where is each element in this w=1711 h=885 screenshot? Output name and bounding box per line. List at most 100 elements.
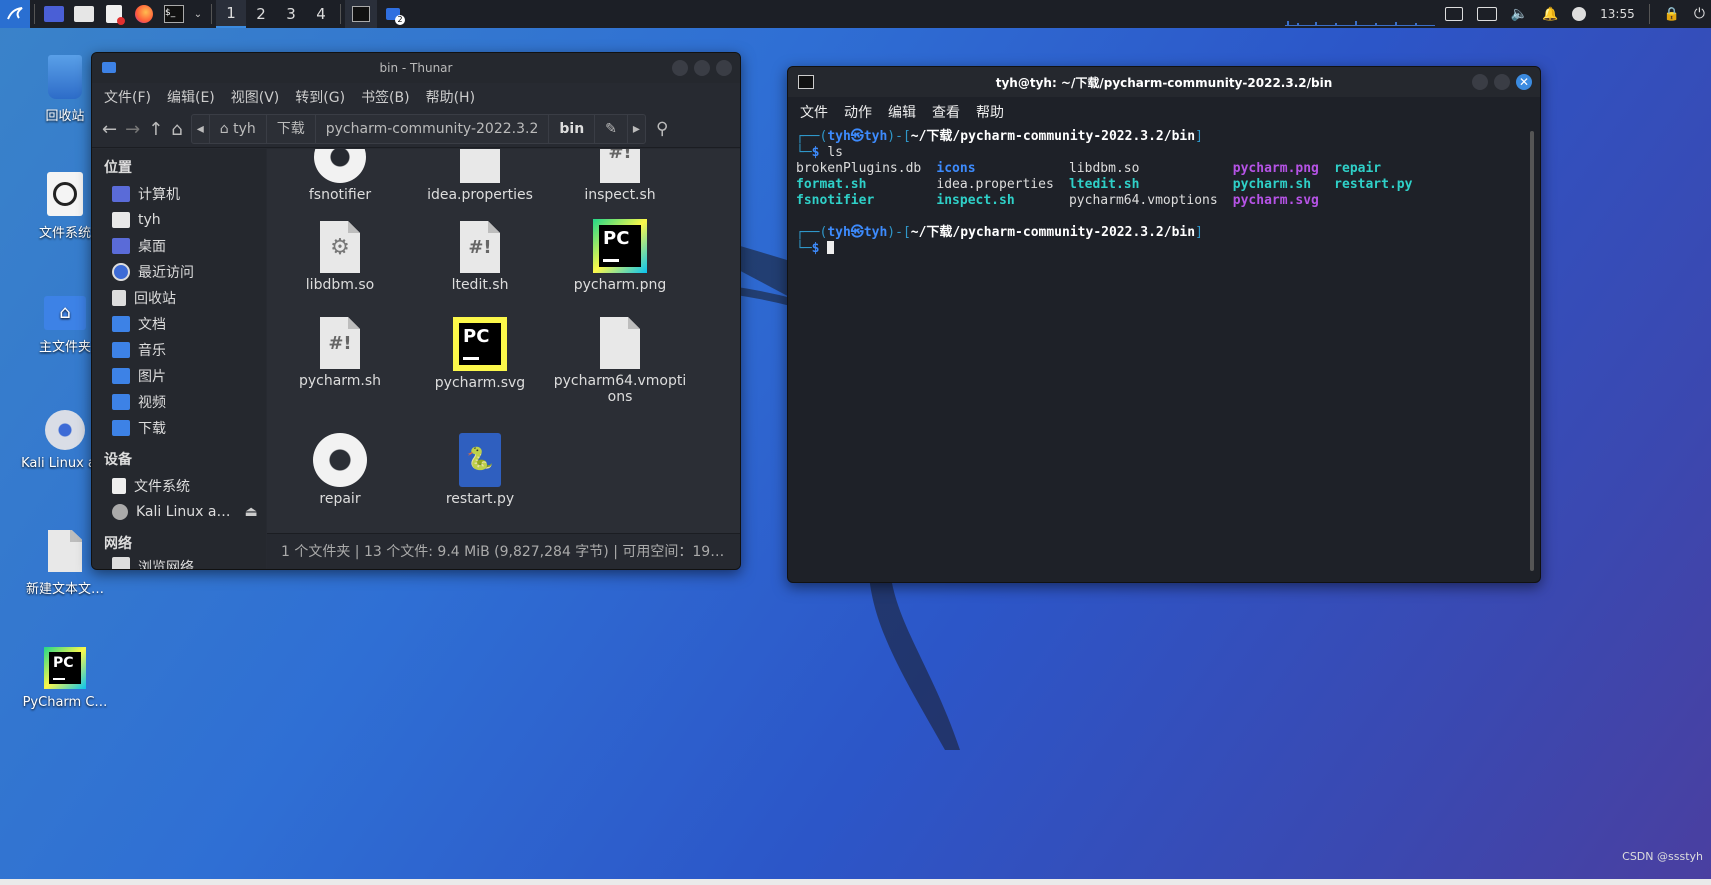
term-menu-file[interactable]: 文件	[800, 102, 828, 122]
ls-row: format.sh idea.properties ltedit.sh pycharm…	[796, 177, 1520, 193]
sidebar-item-kali-disc[interactable]: Kali Linux a… ⏏	[92, 499, 266, 525]
text-editor-icon[interactable]	[99, 0, 129, 28]
file-item[interactable]: 🐍 restart.py	[415, 433, 545, 507]
terminal-titlebar[interactable]: tyh@tyh: ~/下载/pycharm-community-2022.3.2…	[788, 67, 1540, 97]
logout-icon[interactable]: ⏻	[1694, 6, 1705, 22]
breadcrumb-left-icon[interactable]: ◂	[192, 115, 210, 143]
notification-bell-icon[interactable]: 🔔	[1542, 7, 1558, 22]
show-desktop-icon[interactable]	[39, 0, 69, 28]
file-item[interactable]: #! pycharm.sh	[275, 317, 405, 389]
trash-icon	[48, 55, 82, 99]
sidebar-item-recent[interactable]: 最近访问	[92, 259, 266, 285]
sidebar-item-desktop[interactable]: 桌面	[92, 233, 266, 259]
sidebar-item-documents[interactable]: 文档	[92, 311, 266, 337]
file-item[interactable]: #! inspect.sh	[555, 149, 685, 203]
folder-icon	[102, 62, 116, 73]
display-icon[interactable]	[1444, 7, 1463, 21]
term-menu-view[interactable]: 查看	[932, 102, 960, 122]
search-icon[interactable]: ⚲	[656, 119, 668, 139]
ls-entry: pycharm64.vmoptions	[1068, 193, 1218, 208]
volume-icon[interactable]: 🔈	[1511, 6, 1528, 22]
menu-view[interactable]: 视图(V)	[231, 87, 280, 107]
breadcrumb-pycharm[interactable]: pycharm-community-2022.3.2	[316, 115, 550, 143]
watermark: CSDN @ssstyh	[1622, 850, 1703, 863]
close-button[interactable]	[716, 60, 732, 76]
text-file-icon	[460, 149, 500, 183]
prompt-line: ┌──(tyh㉿tyh)-[~/下载/pycharm-community-202…	[796, 225, 1203, 240]
file-item[interactable]: pycharm64.vmoptions	[550, 317, 690, 405]
text-file-icon	[600, 317, 640, 369]
menu-help[interactable]: 帮助(H)	[426, 87, 475, 107]
drive-icon	[112, 478, 126, 494]
maximize-button[interactable]	[1494, 74, 1510, 90]
sidebar-item-pictures[interactable]: 图片	[92, 363, 266, 389]
eject-icon[interactable]: ⏏	[245, 504, 258, 520]
close-button[interactable]: ✕	[1516, 74, 1532, 90]
breadcrumb-downloads[interactable]: 下载	[267, 115, 316, 143]
ls-output: brokenPlugins.db icons libdbm.so pycharm.pn…	[796, 161, 1520, 209]
file-item[interactable]: fsnotifier	[275, 149, 405, 203]
term-menu-actions[interactable]: 动作	[844, 102, 872, 122]
sidebar-item-filesystem[interactable]: 文件系统	[92, 473, 266, 499]
lock-icon[interactable]: 🔒	[1664, 7, 1680, 22]
terminal-scrollbar[interactable]	[1530, 131, 1534, 571]
terminal-output[interactable]: ┌──(tyh㉿tyh)-[~/下载/pycharm-community-202…	[796, 129, 1520, 582]
edit-path-icon[interactable]: ✎	[595, 115, 628, 143]
ls-entry: ltedit.sh	[1068, 177, 1140, 192]
file-item[interactable]: PC pycharm.png	[555, 219, 685, 293]
menu-edit[interactable]: 编辑(E)	[167, 87, 215, 107]
menu-go[interactable]: 转到(G)	[295, 87, 345, 107]
desktop-icon-pycharm[interactable]: PC PyCharm C…	[10, 647, 120, 710]
sidebar-item-tyh[interactable]: tyh	[92, 207, 266, 233]
taskbar-terminal-window[interactable]	[345, 0, 377, 28]
firefox-icon[interactable]	[129, 0, 159, 28]
sidebar-item-music[interactable]: 音乐	[92, 337, 266, 363]
thunar-menubar: 文件(F) 编辑(E) 视图(V) 转到(G) 书签(B) 帮助(H)	[92, 83, 740, 111]
breadcrumb-tyh[interactable]: ⌂ tyh	[210, 115, 267, 143]
workspace-1[interactable]: 1	[216, 0, 246, 28]
clock[interactable]: 13:55	[1600, 7, 1635, 21]
sidebar-item-videos[interactable]: 视频	[92, 389, 266, 415]
menu-file[interactable]: 文件(F)	[104, 87, 151, 107]
up-arrow-icon[interactable]: ↑	[148, 119, 163, 140]
workspace-4[interactable]: 4	[306, 0, 336, 28]
input-line: └─$	[796, 241, 1520, 257]
sidebar-item-computer[interactable]: 计算机	[92, 181, 266, 207]
home-icon[interactable]: ⌂	[171, 119, 182, 140]
optical-disc-icon	[112, 504, 128, 520]
workspace-2[interactable]: 2	[246, 0, 276, 28]
menu-bookmarks[interactable]: 书签(B)	[361, 87, 410, 107]
file-item[interactable]: idea.properties	[415, 149, 545, 203]
sidebar-item-trash[interactable]: 回收站	[92, 285, 266, 311]
bottom-strip	[0, 879, 1711, 885]
chevron-down-icon[interactable]: ⌄	[189, 0, 207, 28]
term-menu-edit[interactable]: 编辑	[888, 102, 916, 122]
file-manager-icon[interactable]	[69, 0, 99, 28]
keyboard-icon[interactable]	[1476, 7, 1497, 21]
kali-menu-icon[interactable]	[0, 0, 30, 28]
command-line: └─$ ls	[796, 145, 843, 160]
downloads-folder-icon	[112, 420, 130, 436]
text-file-icon	[48, 530, 82, 572]
file-item[interactable]: ⚙ libdbm.so	[275, 221, 405, 293]
file-item[interactable]: #! ltedit.sh	[415, 221, 545, 293]
power-manager-icon[interactable]	[1572, 7, 1587, 21]
maximize-button[interactable]	[694, 60, 710, 76]
breadcrumb-right-icon[interactable]: ▸	[628, 115, 645, 143]
breadcrumb-bin[interactable]: bin	[549, 115, 596, 143]
file-item[interactable]: repair	[275, 433, 405, 507]
workspace-3[interactable]: 3	[276, 0, 306, 28]
minimize-button[interactable]	[1472, 74, 1488, 90]
sidebar-item-browse-network[interactable]: 浏览网络	[92, 557, 266, 569]
forward-arrow-icon[interactable]: →	[125, 119, 140, 140]
back-arrow-icon[interactable]: ←	[102, 119, 117, 140]
term-menu-help[interactable]: 帮助	[976, 102, 1004, 122]
terminal-launcher-icon[interactable]: $_	[159, 0, 189, 28]
sidebar-header-places: 位置	[104, 160, 132, 176]
sidebar-item-downloads[interactable]: 下载	[92, 415, 266, 441]
minimize-button[interactable]	[672, 60, 688, 76]
breadcrumb: ◂ ⌂ tyh 下载 pycharm-community-2022.3.2 bi…	[190, 114, 646, 144]
file-item[interactable]: PC pycharm.svg	[415, 317, 545, 391]
taskbar-thunar-window[interactable]: 2	[377, 0, 409, 28]
thunar-titlebar[interactable]: bin - Thunar	[92, 53, 740, 83]
